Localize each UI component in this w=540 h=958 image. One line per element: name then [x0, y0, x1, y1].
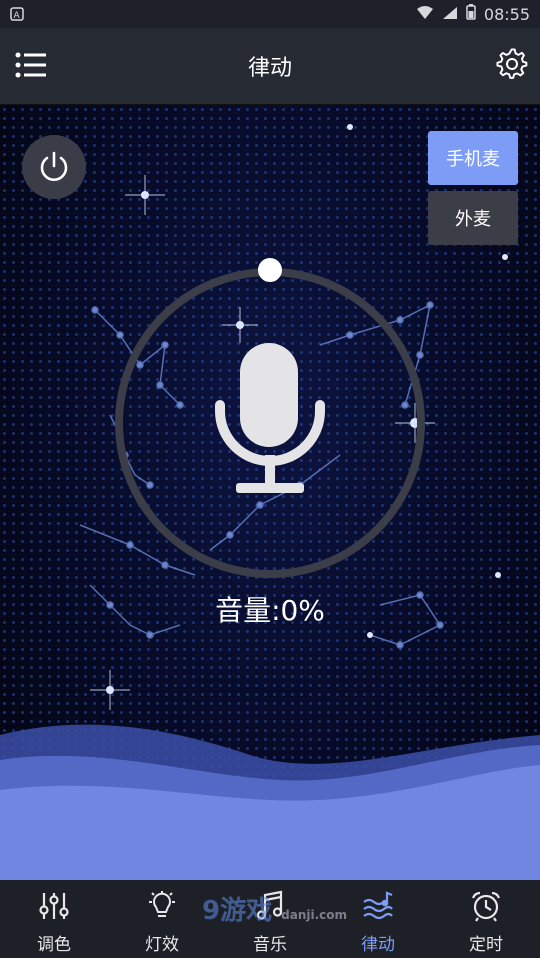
svg-text:A: A — [14, 11, 21, 21]
app-bar: 律动 — [0, 28, 540, 105]
sliders-icon — [39, 893, 69, 919]
tab-timer-label: 定时 — [469, 935, 503, 955]
tab-rhythm-label: 律动 — [361, 935, 395, 955]
power-icon — [40, 151, 68, 181]
tab-color[interactable]: 调色 — [0, 880, 108, 958]
external-mic-button[interactable]: 外麦 — [428, 191, 518, 245]
watermark-text: 9游戏 — [202, 896, 273, 926]
battery-icon — [466, 4, 476, 24]
power-button[interactable] — [22, 135, 86, 199]
tab-light-effect[interactable]: 灯效 — [108, 880, 216, 958]
page-title: 律动 — [247, 56, 292, 81]
tab-music-label: 音乐 — [253, 935, 287, 955]
alarm-clock-icon — [471, 891, 501, 922]
phone-mic-button[interactable]: 手机麦 — [428, 131, 518, 185]
volume-label: 音量:0% — [215, 594, 325, 627]
bulb-icon — [149, 891, 175, 917]
watermark-subtext: danji.com — [281, 908, 348, 922]
wave-icon — [363, 891, 393, 920]
volume-slider-knob[interactable] — [258, 258, 282, 282]
gear-icon[interactable] — [496, 48, 528, 80]
wifi-icon — [416, 5, 434, 24]
clock-time: 08:55 — [483, 4, 530, 24]
wave-decoration — [0, 724, 540, 880]
tab-timer[interactable]: 定时 — [432, 880, 540, 958]
rhythm-stage: 手机麦 外麦 音量:0% — [0, 105, 540, 880]
watermark-logo: 9游戏 danji.com — [202, 890, 347, 927]
microphone-icon[interactable] — [212, 343, 328, 499]
status-bar: A 08:55 — [0, 0, 540, 28]
tab-color-label: 调色 — [37, 935, 71, 955]
notification-icon: A — [10, 6, 24, 25]
tab-light-effect-label: 灯效 — [145, 935, 179, 955]
signal-icon — [442, 5, 458, 24]
